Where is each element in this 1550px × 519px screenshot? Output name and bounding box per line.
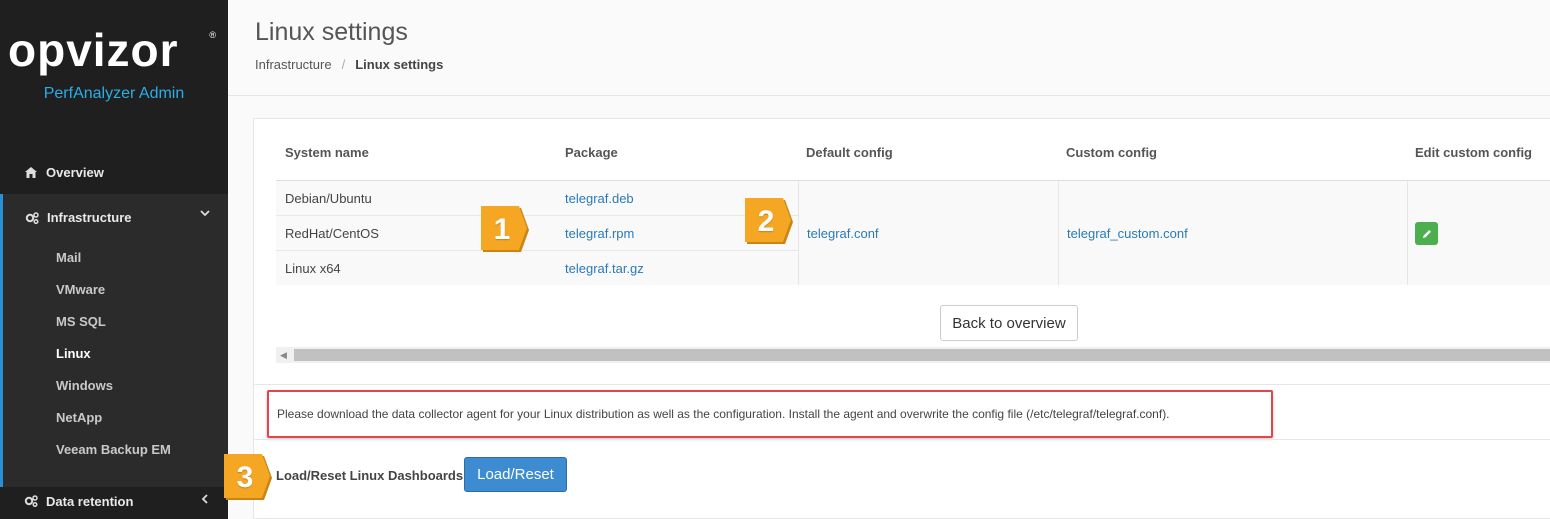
- column-header-edit-custom-config: Edit custom config: [1415, 145, 1532, 160]
- table-row: Linux x64 telegraf.tar.gz: [276, 251, 798, 286]
- sidebar-item-label: Infrastructure: [47, 210, 132, 225]
- sidebar-item-windows[interactable]: Windows: [3, 369, 228, 401]
- section-divider: [254, 439, 1550, 440]
- scroll-left-icon[interactable]: ◀: [280, 350, 287, 361]
- sidebar-item-mail[interactable]: Mail: [3, 241, 228, 273]
- callout-badge-1: 1: [481, 206, 531, 254]
- system-name-cell: Debian/Ubuntu: [285, 191, 372, 206]
- sidebar-item-linux[interactable]: Linux: [3, 337, 228, 369]
- pencil-icon: [1422, 229, 1431, 238]
- column-divider: [1058, 181, 1059, 285]
- sidebar-nav: Overview Infrastructure Mail VMware MS S…: [0, 153, 228, 487]
- cogs-icon: [24, 494, 38, 508]
- system-name-cell: Linux x64: [285, 261, 341, 276]
- column-header-custom-config: Custom config: [1066, 145, 1157, 160]
- column-divider: [1407, 181, 1408, 285]
- sidebar-item-data-retention[interactable]: Data retention: [0, 482, 228, 519]
- breadcrumb-current: Linux settings: [355, 57, 444, 72]
- table-row: RedHat/CentOS telegraf.rpm: [276, 216, 798, 251]
- infrastructure-submenu: Mail VMware MS SQL Linux Windows NetApp …: [0, 241, 228, 487]
- section-divider: [254, 384, 1550, 385]
- sidebar-item-veeam-backup-em[interactable]: Veeam Backup EM: [3, 433, 228, 465]
- chevron-left-icon: [201, 493, 208, 507]
- app-subtitle: PerfAnalyzer Admin: [43, 85, 185, 102]
- logo-text: opvizor: [8, 24, 179, 76]
- column-divider: [798, 181, 799, 285]
- load-reset-label: Load/Reset Linux Dashboards: [276, 468, 464, 483]
- breadcrumb: Infrastructure / Linux settings: [255, 57, 443, 72]
- package-link-deb[interactable]: telegraf.deb: [565, 191, 634, 206]
- horizontal-scrollbar[interactable]: ◀: [276, 347, 1550, 363]
- load-reset-button[interactable]: Load/Reset: [464, 457, 567, 492]
- custom-config-link[interactable]: telegraf_custom.conf: [1067, 226, 1188, 241]
- callout-badge-2: 2: [745, 198, 795, 246]
- system-name-cell: RedHat/CentOS: [285, 226, 379, 241]
- registered-mark: ®: [209, 30, 216, 40]
- brand-logo[interactable]: opvizor ®: [8, 24, 220, 84]
- callout-badge-3: 3: [224, 454, 274, 502]
- default-config-link[interactable]: telegraf.conf: [807, 226, 879, 241]
- page-header: Linux settings Infrastructure / Linux se…: [228, 0, 1550, 96]
- sidebar-item-ms-sql[interactable]: MS SQL: [3, 305, 228, 337]
- callout-number: 3: [236, 461, 254, 494]
- page-title: Linux settings: [255, 18, 408, 46]
- sidebar: opvizor ® PerfAnalyzer Admin Overview In…: [0, 0, 228, 519]
- content-panel: System name Package Default config Custo…: [253, 118, 1550, 519]
- sidebar-item-infrastructure[interactable]: Infrastructure: [0, 194, 228, 241]
- sidebar-item-netapp[interactable]: NetApp: [3, 401, 228, 433]
- chevron-down-icon: [200, 208, 210, 220]
- callout-number: 2: [757, 205, 775, 238]
- cogs-icon: [25, 211, 39, 225]
- instructions-text: Please download the data collector agent…: [267, 390, 1273, 438]
- home-icon: [24, 165, 38, 179]
- back-to-overview-button[interactable]: Back to overview: [940, 305, 1078, 341]
- sidebar-item-vmware[interactable]: VMware: [3, 273, 228, 305]
- table-header: System name Package Default config Custo…: [276, 119, 1550, 181]
- breadcrumb-separator: /: [341, 57, 346, 72]
- edit-custom-config-button[interactable]: [1415, 222, 1438, 245]
- breadcrumb-infrastructure[interactable]: Infrastructure: [255, 57, 332, 72]
- callout-number: 1: [493, 213, 511, 246]
- table-body: Debian/Ubuntu telegraf.deb RedHat/CentOS…: [276, 181, 1550, 285]
- column-header-system-name: System name: [285, 145, 369, 160]
- sidebar-item-overview[interactable]: Overview: [0, 153, 228, 191]
- sidebar-item-label: Overview: [46, 164, 104, 180]
- table-row: Debian/Ubuntu telegraf.deb: [276, 181, 798, 216]
- package-link-tar-gz[interactable]: telegraf.tar.gz: [565, 261, 644, 276]
- sidebar-item-label: Data retention: [46, 493, 134, 509]
- column-header-default-config: Default config: [806, 145, 893, 160]
- package-link-rpm[interactable]: telegraf.rpm: [565, 226, 634, 241]
- scrollbar-thumb[interactable]: [294, 349, 1550, 361]
- column-header-package: Package: [565, 145, 618, 160]
